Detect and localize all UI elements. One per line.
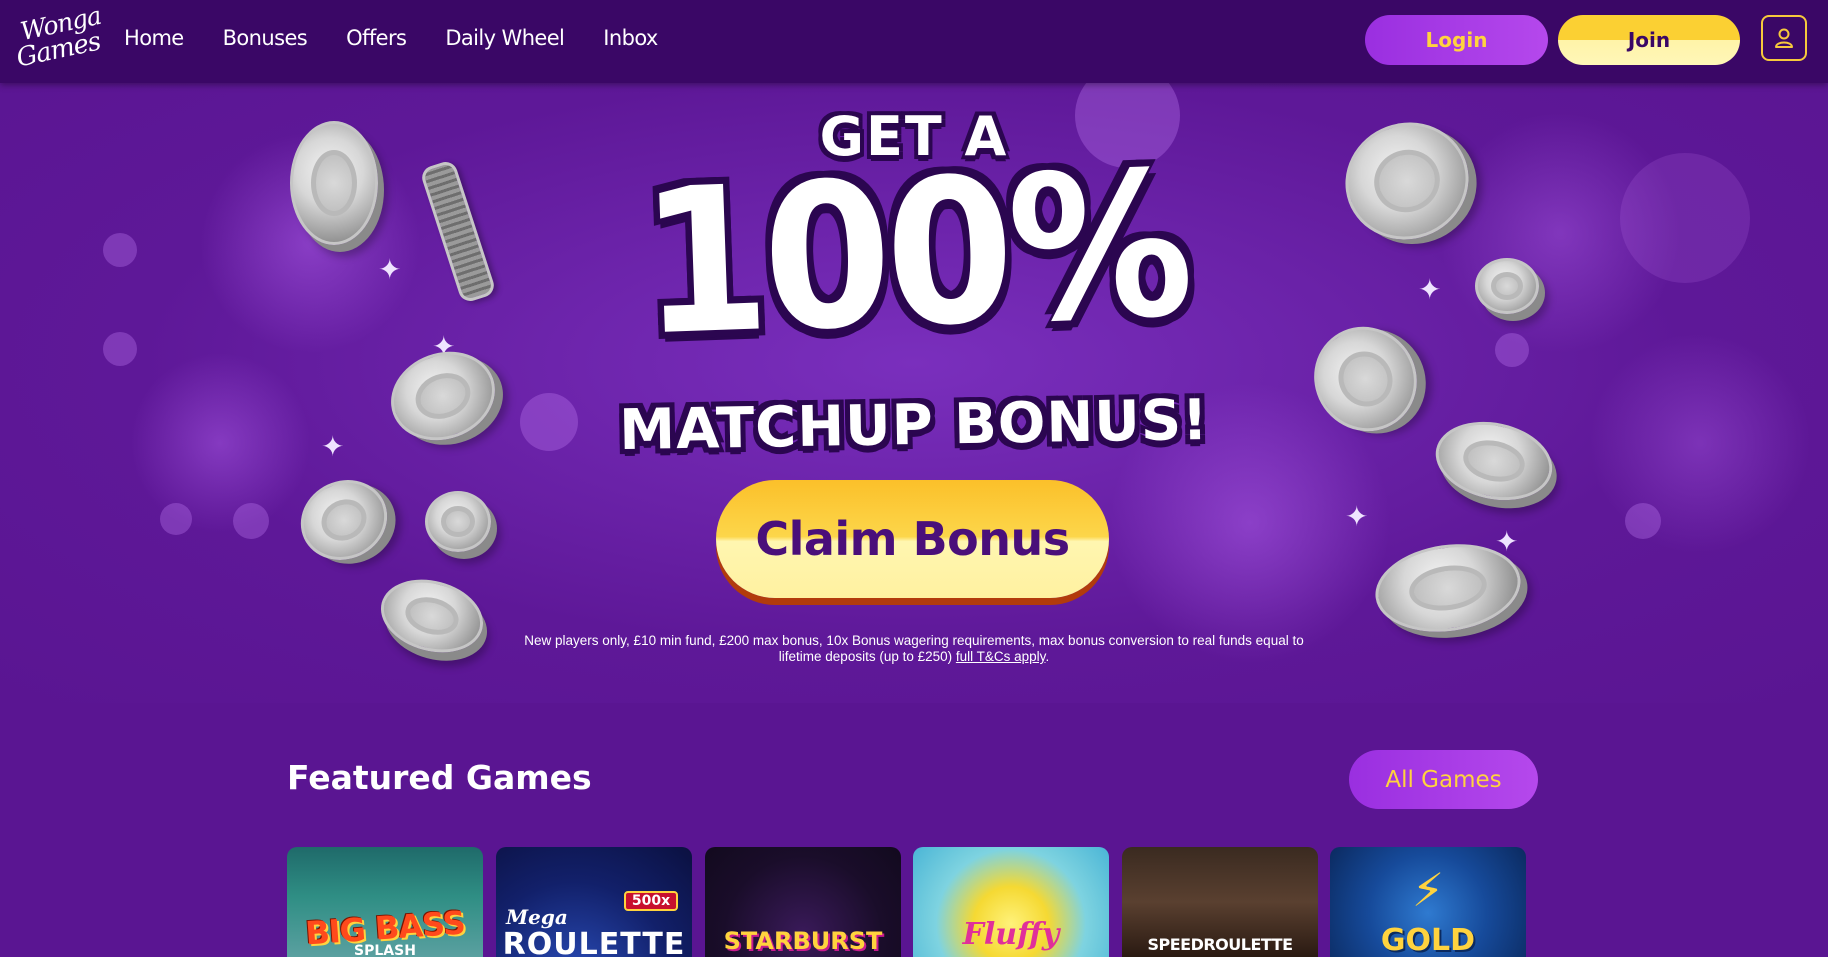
all-games-button[interactable]: All Games [1349, 750, 1538, 809]
claim-bonus-button[interactable]: Claim Bonus [716, 480, 1109, 598]
coin-icon [372, 568, 492, 664]
bokeh-light [1625, 503, 1661, 539]
main-nav: Home Bonuses Offers Daily Wheel Inbox [124, 26, 697, 50]
coin-icon [287, 466, 401, 574]
game-title: ROULETTE [502, 927, 686, 957]
nav-offers[interactable]: Offers [346, 26, 407, 50]
terms-end: . [1045, 649, 1050, 664]
lightning-icon: ⚡ [1411, 863, 1445, 917]
join-button[interactable]: Join [1558, 15, 1740, 65]
game-tile-starburst[interactable]: STARBURST [705, 847, 901, 957]
game-tile-mega-roulette[interactable]: Mega 500x ROULETTE [496, 847, 692, 957]
nav-bonuses[interactable]: Bonuses [223, 26, 308, 50]
wonga-games-logo[interactable]: Wonga Games [14, 1, 103, 74]
game-title: SPEEDROULETTE [1147, 935, 1293, 954]
game-tile-speed-roulette[interactable]: SPEEDROULETTE [1122, 847, 1318, 957]
game-subtitle: Mega [506, 905, 568, 929]
coin-icon [425, 491, 491, 552]
sparkle-icon: ✦ [1345, 500, 1369, 533]
terms-link[interactable]: full T&Cs apply [956, 649, 1046, 664]
game-subtitle: SPLASH [354, 943, 416, 957]
bokeh-light [233, 503, 269, 539]
account-button[interactable] [1761, 15, 1807, 61]
bokeh-light [1495, 333, 1529, 367]
nav-daily-wheel[interactable]: Daily Wheel [445, 26, 565, 50]
game-title: Fluffy [962, 917, 1060, 952]
game-tile-big-bass[interactable]: BIG BASS SPLASH [287, 847, 483, 957]
terms-body: New players only, £10 min fund, £200 max… [524, 633, 1304, 664]
game-tile-gold[interactable]: ⚡ GOLD [1330, 847, 1526, 957]
nav-inbox[interactable]: Inbox [603, 26, 658, 50]
game-tile-fluffy[interactable]: Fluffy [913, 847, 1109, 957]
user-icon [1775, 28, 1793, 48]
featured-games-title: Featured Games [287, 758, 592, 797]
terms-text: New players only, £10 min fund, £200 max… [520, 633, 1308, 665]
game-badge: 500x [624, 891, 678, 911]
login-button[interactable]: Login [1365, 15, 1548, 65]
game-title: STARBURST [723, 927, 883, 955]
bokeh-light [160, 503, 192, 535]
nav-home[interactable]: Home [124, 26, 184, 50]
top-bar: Wonga Games Home Bonuses Offers Daily Wh… [0, 0, 1828, 83]
